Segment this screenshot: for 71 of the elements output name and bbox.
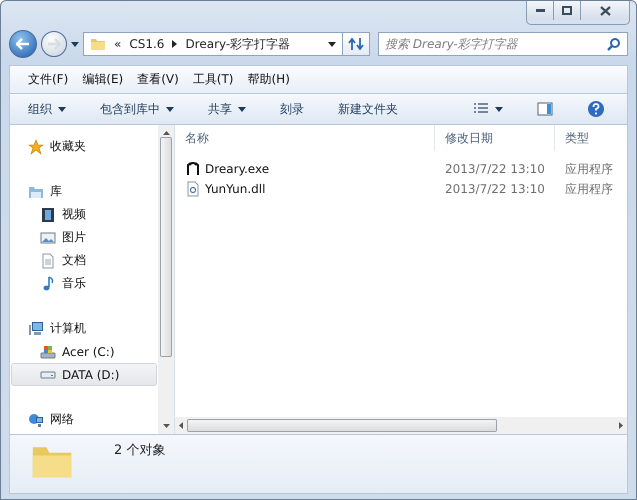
close-icon (600, 6, 610, 16)
image-icon (40, 230, 56, 246)
nav-item[interactable]: DATA (D:) (11, 363, 157, 386)
network-icon (28, 412, 44, 428)
column-header[interactable]: 名称 (175, 125, 435, 151)
nav-item[interactable]: Acer (C:) (11, 340, 157, 363)
film-icon (40, 206, 56, 222)
nav-item[interactable]: 视频 (11, 203, 157, 226)
breadcrumb[interactable]: « (114, 37, 122, 51)
forward-arrow-icon (47, 38, 61, 50)
menu-item[interactable]: 帮助(H) (242, 69, 296, 90)
close-button[interactable] (581, 1, 629, 20)
chevron-icon (172, 40, 178, 48)
nav-item[interactable]: 图片 (11, 226, 157, 249)
star-icon (28, 138, 44, 154)
toolbar-button[interactable]: 刻录 (272, 98, 312, 120)
scrollbar[interactable] (158, 125, 174, 434)
column-header[interactable]: 修改日期 (435, 125, 555, 151)
help-icon (587, 100, 605, 118)
address-bar[interactable]: « CS1.6 Dreary-彩字打字器 (83, 32, 343, 56)
menu-item[interactable]: 工具(T) (186, 69, 240, 90)
type-cell-text: 应用程序 (564, 180, 614, 198)
nav-item[interactable]: 计算机 (11, 317, 157, 340)
breadcrumb[interactable]: Dreary-彩字打字器 (185, 36, 290, 52)
date-cell-text: 2013/7/22 13:10 (444, 181, 546, 198)
toolbar-button[interactable]: 共享 (200, 98, 254, 120)
folder-icon (90, 36, 106, 52)
app-icon (185, 161, 201, 177)
dropdown-caret-icon (328, 42, 336, 46)
scroll-down-icon (162, 424, 170, 428)
horizontal-scrollbar[interactable] (175, 417, 627, 434)
nav-item[interactable]: 收藏夹 (11, 135, 157, 158)
menu-item[interactable]: 文件(F) (22, 69, 74, 90)
nav-item[interactable]: 库 (11, 180, 157, 203)
toolbar-button[interactable]: 组织 (20, 98, 74, 120)
back-button[interactable] (9, 30, 37, 58)
type-cell-text: 应用程序 (564, 160, 614, 178)
maximize-button[interactable] (554, 1, 581, 20)
minimize-icon (536, 9, 544, 12)
drive-icon (40, 370, 56, 378)
caret-icon (495, 106, 503, 112)
toolbar-button[interactable]: 新建文件夹 (330, 98, 406, 120)
nav-item[interactable]: 网络 (11, 408, 157, 431)
scroll-right-icon (619, 422, 623, 429)
scroll-left-icon (179, 422, 183, 429)
scroll-up-icon (162, 131, 170, 135)
nav-item[interactable]: 音乐 (11, 272, 157, 295)
breadcrumb[interactable]: CS1.6 (129, 37, 164, 51)
history-caret-icon (71, 42, 79, 46)
date-cell-text: 2013/7/22 13:10 (444, 161, 546, 178)
drive-icon (40, 344, 56, 360)
computer-icon (28, 320, 44, 336)
refresh-arrows-icon (348, 37, 364, 51)
back-arrow-icon (16, 38, 30, 50)
file-name[interactable]: YunYun.dll (175, 179, 435, 199)
toolbar-button[interactable]: 包含到库中 (92, 98, 182, 120)
column-header[interactable]: 类型 (555, 125, 627, 151)
search-icon (607, 37, 621, 51)
refresh-button[interactable] (342, 32, 370, 56)
document-icon (40, 252, 56, 268)
maximize-icon (562, 6, 572, 15)
details-view-icon (473, 103, 489, 115)
preview-pane-icon (537, 102, 553, 116)
item-count: 2 个对象 (114, 442, 166, 459)
file-name[interactable]: Dreary.exe (175, 159, 435, 179)
menu-item[interactable]: 编辑(E) (76, 69, 130, 90)
search-field[interactable]: 搜索 Dreary-彩字打字器 (378, 32, 628, 56)
forward-button[interactable] (41, 31, 67, 57)
menu-item[interactable]: 查看(V) (131, 69, 185, 90)
nav-item[interactable]: 文档 (11, 249, 157, 272)
minimize-button[interactable] (527, 1, 554, 20)
